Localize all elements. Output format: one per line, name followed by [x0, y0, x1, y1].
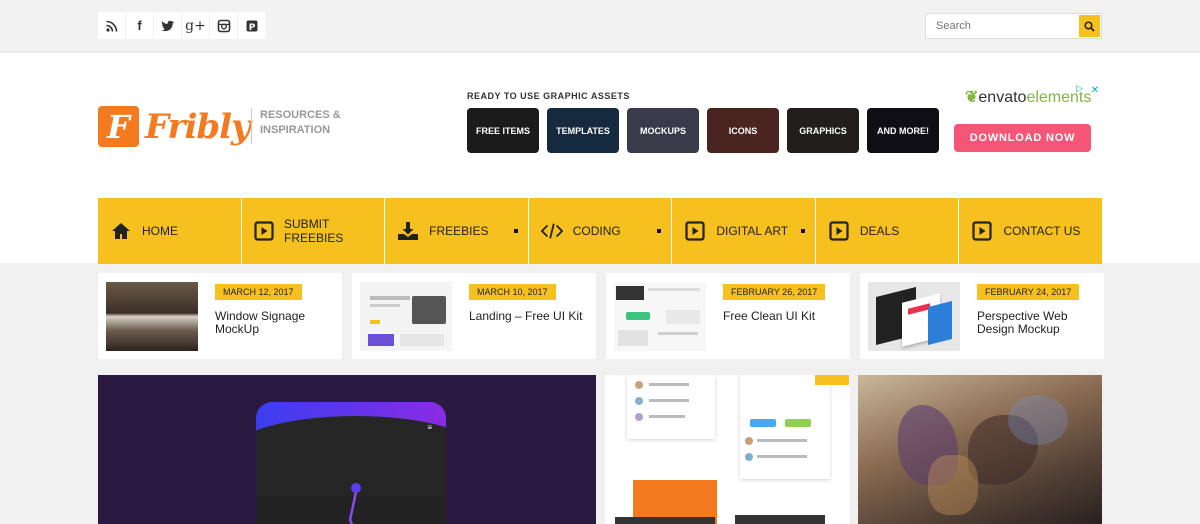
- nav-label: CODING: [572, 224, 621, 238]
- post-title[interactable]: Perspective Web Design Mockup: [977, 310, 1092, 336]
- ad-label: READY TO USE GRAPHIC ASSETS: [467, 91, 630, 101]
- post-title[interactable]: Window Signage MockUp: [215, 310, 330, 336]
- phone-mockup: ≡: [256, 402, 446, 524]
- tagline-line-2: INSPIRATION: [260, 124, 331, 136]
- nav-item-contact-us[interactable]: CONTACT US: [959, 198, 1102, 264]
- download-now-button[interactable]: DOWNLOAD NOW: [954, 124, 1091, 152]
- home-icon: [110, 220, 132, 242]
- post-tile-digital-art[interactable]: [858, 375, 1102, 524]
- nav-label: DEALS: [859, 224, 900, 238]
- play-square-icon: [684, 220, 706, 242]
- nav-item-coding[interactable]: CODING: [529, 198, 673, 264]
- nav-item-home[interactable]: HOME: [98, 198, 242, 264]
- leaf-icon: ❦: [965, 89, 979, 106]
- post-title[interactable]: Free Clean UI Kit: [723, 310, 838, 323]
- featured-post-card[interactable]: FEBRUARY 26, 2017 Free Clean UI Kit: [606, 273, 850, 359]
- brand-envato: envato: [978, 89, 1027, 106]
- post-date: MARCH 12, 2017: [215, 284, 302, 300]
- post-date: FEBRUARY 26, 2017: [723, 284, 826, 300]
- svg-text:P: P: [248, 22, 255, 32]
- tagline-line-1: RESOURCES &: [260, 109, 341, 121]
- rss-icon[interactable]: [98, 12, 125, 39]
- featured-post-card[interactable]: MARCH 12, 2017 Window Signage MockUp: [98, 273, 342, 359]
- nav-label: SUBMIT FREEBIES: [284, 217, 344, 245]
- nav-item-deals[interactable]: DEALS: [816, 198, 960, 264]
- main-nav: HOME SUBMIT FREEBIES FREEBIES CODING DIG…: [98, 198, 1102, 264]
- logo-mark: F: [98, 106, 139, 147]
- post-date: MARCH 10, 2017: [469, 284, 556, 300]
- facebook-icon[interactable]: f: [126, 12, 153, 39]
- post-thumbnail[interactable]: [868, 282, 960, 351]
- nav-item-freebies[interactable]: FREEBIES: [385, 198, 529, 264]
- menu-icon: ≡: [427, 423, 432, 432]
- ad-info-icon[interactable]: ▷: [1076, 83, 1088, 97]
- ad-tile-graphics[interactable]: GRAPHICS: [787, 108, 859, 153]
- google-plus-icon[interactable]: g+: [182, 12, 209, 39]
- route-path: [348, 483, 361, 524]
- social-links: f g+ P: [98, 12, 265, 39]
- post-title[interactable]: Landing – Free UI Kit: [469, 310, 584, 323]
- nav-item-digital-art[interactable]: DIGITAL ART: [672, 198, 816, 264]
- search-icon: [1084, 20, 1095, 32]
- featured-post-card[interactable]: FEBRUARY 24, 2017 Perspective Web Design…: [860, 273, 1104, 359]
- play-square-icon: [254, 220, 274, 242]
- search-button[interactable]: [1079, 15, 1100, 37]
- site-tagline: RESOURCES & INSPIRATION: [251, 108, 346, 144]
- ad-close-icon[interactable]: ✕: [1088, 83, 1102, 97]
- featured-post-card[interactable]: MARCH 10, 2017 Landing – Free UI Kit: [352, 273, 596, 359]
- post-thumbnail[interactable]: [614, 282, 706, 351]
- nav-label: HOME: [142, 224, 178, 238]
- submenu-indicator: [800, 229, 805, 233]
- code-icon: [540, 220, 563, 242]
- submenu-indicator: [513, 229, 518, 233]
- ad-tile-icons[interactable]: ICONS: [707, 108, 779, 153]
- submenu-indicator: [657, 229, 662, 233]
- pinterest-icon[interactable]: P: [238, 12, 265, 39]
- ad-tiles: FREE ITEMS TEMPLATES MOCKUPS ICONS GRAPH…: [467, 108, 939, 153]
- post-tile-ui-kit[interactable]: [605, 375, 850, 524]
- post-tile-large[interactable]: ≡: [98, 375, 596, 524]
- ad-tile-templates[interactable]: TEMPLATES: [547, 108, 619, 153]
- site-logo[interactable]: F Fribly: [98, 106, 251, 147]
- ad-tile-free-items[interactable]: FREE ITEMS: [467, 108, 539, 153]
- featured-posts: MARCH 12, 2017 Window Signage MockUp MAR…: [98, 273, 1104, 359]
- nav-label: FREEBIES: [429, 224, 489, 238]
- post-thumbnail[interactable]: [106, 282, 198, 351]
- play-square-icon: [971, 220, 993, 242]
- nav-item-submit-freebies[interactable]: SUBMIT FREEBIES: [242, 198, 386, 264]
- post-thumbnail[interactable]: [360, 282, 452, 351]
- instagram-icon[interactable]: [210, 12, 237, 39]
- ad-tile-and-more[interactable]: AND MORE!: [867, 108, 939, 153]
- twitter-icon[interactable]: [154, 12, 181, 39]
- search-box: [925, 13, 1102, 39]
- top-bar: f g+ P: [0, 0, 1200, 52]
- play-square-icon: [828, 220, 850, 242]
- post-date: FEBRUARY 24, 2017: [977, 284, 1080, 300]
- logo-wordmark: Fribly: [145, 106, 251, 147]
- envato-elements-logo[interactable]: ❦envatoelements: [965, 87, 1091, 107]
- nav-label: CONTACT US: [1003, 224, 1081, 238]
- download-icon: [397, 220, 419, 242]
- search-input[interactable]: [926, 14, 1076, 38]
- nav-label: DIGITAL ART: [716, 224, 789, 238]
- ad-tile-mockups[interactable]: MOCKUPS: [627, 108, 699, 153]
